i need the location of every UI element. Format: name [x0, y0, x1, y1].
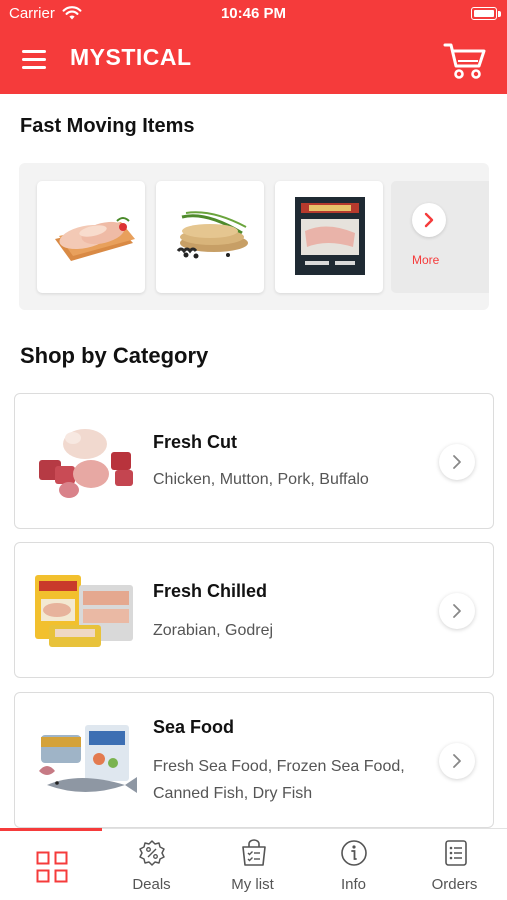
category-description: Zorabian, Godrej [153, 622, 274, 639]
hamburger-menu-icon[interactable] [22, 49, 48, 71]
battery-tip [498, 11, 501, 17]
status-bar: Carrier 10:46 PM [0, 0, 507, 28]
category-description: Chicken, Mutton, Pork, Buffalo [153, 471, 369, 488]
shop-by-category-title: Shop by Category [20, 343, 209, 368]
battery-icon [471, 7, 497, 20]
shopping-cart-icon[interactable] [443, 41, 487, 81]
chevron-right-icon[interactable] [439, 593, 475, 629]
discount-badge-icon [139, 840, 165, 866]
category-card-fresh-chilled[interactable]: Fresh Chilled Zorabian, Godrej [14, 542, 494, 678]
more-items-button[interactable]: More [391, 181, 489, 293]
shopping-bag-list-icon [242, 839, 266, 866]
app-title: MYSTICAL [70, 44, 192, 70]
fast-item-chicken-breast[interactable] [37, 181, 145, 293]
status-time: 10:46 PM [220, 5, 287, 22]
chicken-breast-image [55, 217, 135, 261]
tab-home[interactable] [0, 829, 101, 900]
category-name: Fresh Cut [153, 432, 238, 452]
tab-label: Info [340, 876, 367, 893]
app-header: Carrier 10:46 PM MYSTICAL [0, 0, 507, 94]
category-card-fresh-cut[interactable]: Fresh Cut Chicken, Mutton, Pork, Buffalo [14, 393, 494, 529]
fast-moving-carousel[interactable]: More [19, 163, 489, 310]
tab-label: Deals [132, 876, 171, 893]
tab-label: Orders [431, 876, 478, 893]
chevron-right-icon [412, 203, 446, 237]
tab-info[interactable]: Info [303, 829, 404, 900]
tab-label: My list [231, 876, 274, 893]
chilled-meat-packs-image [35, 575, 133, 647]
orders-list-icon [445, 840, 467, 866]
tab-my-list[interactable]: My list [202, 829, 303, 900]
info-icon [341, 840, 367, 866]
seafood-assortment-image [39, 725, 137, 793]
packaged-meat-image [295, 197, 365, 275]
rolled-wraps-image [176, 211, 248, 259]
chevron-right-icon[interactable] [439, 444, 475, 480]
fast-item-rolled-wraps[interactable] [156, 181, 264, 293]
category-card-sea-food[interactable]: Sea Food Fresh Sea Food, Frozen Sea Food… [14, 692, 494, 828]
tab-deals[interactable]: Deals [101, 829, 202, 900]
fast-moving-title: Fast Moving Items [20, 115, 195, 137]
fast-item-packaged-meat[interactable] [275, 181, 383, 293]
chevron-right-icon[interactable] [439, 743, 475, 779]
more-label: More [412, 253, 440, 267]
bottom-tab-bar: Deals My list Info Orders [0, 828, 507, 900]
category-name: Fresh Chilled [153, 581, 268, 601]
category-description: Fresh Sea Food, Frozen Sea Food, Canned … [153, 758, 405, 802]
tab-orders[interactable]: Orders [404, 829, 505, 900]
category-name: Sea Food [153, 717, 235, 737]
raw-meat-cuts-image [39, 429, 133, 498]
grid-icon [36, 851, 68, 883]
